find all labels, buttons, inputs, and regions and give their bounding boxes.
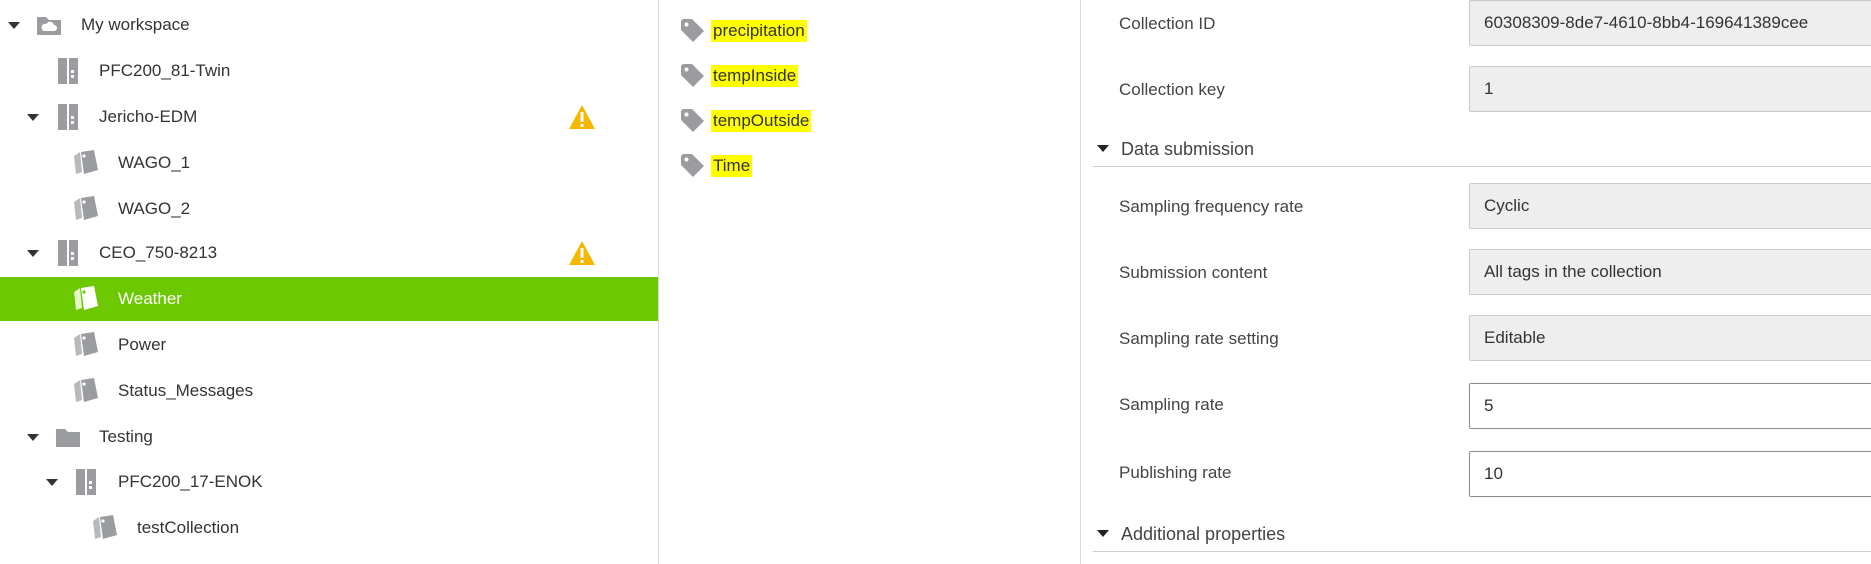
properties-panel: Collection ID 60308309-8de7-4610-8bb4-16… xyxy=(1081,0,1871,564)
controller-icon xyxy=(54,57,82,85)
collection-tag-icon xyxy=(91,514,119,542)
sampling-rate-value: 5 xyxy=(1484,396,1494,415)
tree-item-my-workspace[interactable]: My workspace xyxy=(0,3,658,47)
collection-key-value: 1 xyxy=(1484,79,1494,98)
tag-label: precipitation xyxy=(711,20,807,42)
tag-item-tempoutside[interactable]: tempOutside xyxy=(679,103,812,139)
tree-item-label: Weather xyxy=(118,289,182,308)
expand-toggle[interactable] xyxy=(26,110,40,124)
caret-down-icon xyxy=(1097,145,1109,153)
expand-toggle[interactable] xyxy=(45,475,59,489)
tree-item-label: testCollection xyxy=(137,518,240,537)
publishing-rate-input[interactable]: 10 xyxy=(1469,451,1871,497)
tree-item-ceo-750-8213[interactable]: CEO_750-8213 xyxy=(0,231,658,275)
additional-properties-section-header[interactable]: Additional properties xyxy=(1093,517,1871,552)
sampling-frequency-rate-value: Cyclic xyxy=(1484,196,1530,215)
caret-down-icon xyxy=(1097,530,1109,538)
tag-item-precipitation[interactable]: precipitation xyxy=(679,13,807,49)
tree-item-label: PFC200_81-Twin xyxy=(99,61,231,80)
cloud-folder-icon xyxy=(35,11,63,39)
controller-icon xyxy=(54,239,82,267)
tree-item-label: Jericho-EDM xyxy=(99,107,198,126)
tree-item-label: My workspace xyxy=(81,15,190,34)
tree-item-wago-1[interactable]: WAGO_1 xyxy=(0,141,658,185)
tag-label: tempInside xyxy=(711,65,799,87)
sampling-rate-input[interactable]: 5 xyxy=(1469,383,1871,429)
collection-tag-icon xyxy=(72,195,100,223)
collection-id-value: 60308309-8de7-4610-8bb4-169641389cee xyxy=(1484,13,1809,32)
tree-item-weather[interactable]: Weather xyxy=(0,277,658,321)
submission-content-value: All tags in the collection xyxy=(1484,262,1662,281)
folder-icon xyxy=(54,423,82,451)
submission-content-field[interactable]: All tags in the collection xyxy=(1469,249,1871,295)
workspace-tree: My workspace PFC200_81-Twin Jericho-EDM … xyxy=(0,0,659,564)
sampling-rate-setting-value: Editable xyxy=(1484,328,1546,347)
expand-toggle[interactable] xyxy=(26,430,40,444)
sampling-rate-setting-field[interactable]: Editable xyxy=(1469,315,1871,361)
sampling-frequency-rate-label: Sampling frequency rate xyxy=(1119,197,1304,216)
publishing-rate-value: 10 xyxy=(1484,464,1503,483)
sampling-rate-setting-label: Sampling rate setting xyxy=(1119,329,1279,348)
sampling-rate-label: Sampling rate xyxy=(1119,395,1224,414)
submission-content-label: Submission content xyxy=(1119,263,1268,282)
tree-item-status-messages[interactable]: Status_Messages xyxy=(0,369,658,413)
tree-item-label: Power xyxy=(118,335,167,354)
collection-tag-icon xyxy=(72,149,100,177)
tree-item-wago-2[interactable]: WAGO_2 xyxy=(0,187,658,231)
tag-label: Time xyxy=(711,155,753,177)
tag-item-time[interactable]: Time xyxy=(679,148,753,184)
controller-icon xyxy=(72,468,100,496)
section-title: Additional properties xyxy=(1121,523,1286,544)
publishing-rate-label: Publishing rate xyxy=(1119,463,1232,482)
collection-key-label: Collection key xyxy=(1119,80,1225,99)
tree-item-pfc200-81-twin[interactable]: PFC200_81-Twin xyxy=(0,49,658,93)
collection-tag-icon xyxy=(72,331,100,359)
sampling-frequency-rate-field[interactable]: Cyclic xyxy=(1469,183,1871,229)
data-submission-section-header[interactable]: Data submission xyxy=(1093,132,1871,167)
tag-icon xyxy=(679,107,707,135)
tree-item-pfc200-17-enok[interactable]: PFC200_17-ENOK xyxy=(0,460,658,504)
tag-label: tempOutside xyxy=(711,110,812,132)
collection-tag-icon xyxy=(72,285,100,313)
expand-toggle[interactable] xyxy=(26,246,40,260)
collection-tag-icon xyxy=(72,377,100,405)
tree-item-power[interactable]: Power xyxy=(0,323,658,367)
tag-icon xyxy=(679,62,707,90)
tree-item-label: PFC200_17-ENOK xyxy=(118,472,263,491)
tag-icon xyxy=(679,152,707,180)
expand-toggle[interactable] xyxy=(7,18,21,32)
tag-icon xyxy=(679,17,707,45)
controller-icon xyxy=(54,103,82,131)
tree-item-label: WAGO_2 xyxy=(118,199,191,218)
tag-item-tempinside[interactable]: tempInside xyxy=(679,58,799,94)
warning-icon[interactable] xyxy=(568,240,596,266)
section-title: Data submission xyxy=(1121,138,1255,159)
tree-item-jericho-edm[interactable]: Jericho-EDM xyxy=(0,95,658,139)
tree-item-label: Status_Messages xyxy=(118,381,254,400)
warning-icon[interactable] xyxy=(568,104,596,130)
collection-id-label: Collection ID xyxy=(1119,14,1216,33)
tree-item-label: WAGO_1 xyxy=(118,153,191,172)
tree-item-label: Testing xyxy=(99,427,153,446)
collection-key-field[interactable]: 1 xyxy=(1469,66,1871,112)
tag-list: precipitation tempInside tempOutside Tim… xyxy=(659,0,1081,564)
tree-item-testing[interactable]: Testing xyxy=(0,415,658,459)
collection-id-field[interactable]: 60308309-8de7-4610-8bb4-169641389cee xyxy=(1469,0,1871,46)
tree-item-testcollection[interactable]: testCollection xyxy=(0,506,658,550)
tree-item-label: CEO_750-8213 xyxy=(99,243,218,262)
